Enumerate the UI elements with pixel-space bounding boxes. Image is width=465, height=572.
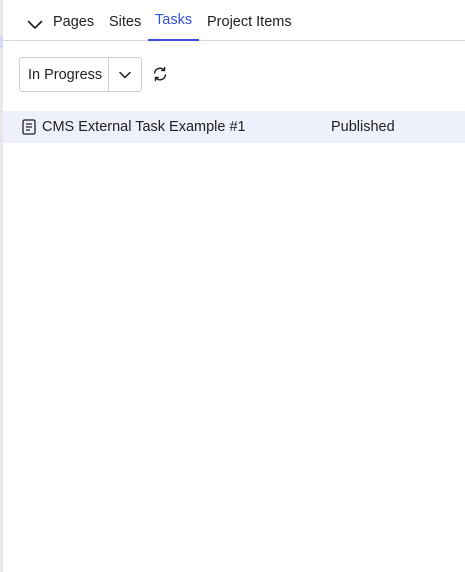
status-filter-toggle-button[interactable] (109, 58, 141, 91)
refresh-icon (153, 66, 167, 82)
status-filter-select[interactable]: In Progress (19, 57, 142, 92)
chevron-down-icon (27, 20, 43, 29)
task-row[interactable]: CMS External Task Example #1 Published (3, 111, 465, 143)
collapse-panel-button[interactable] (24, 16, 46, 34)
tab-pages[interactable]: Pages (53, 0, 94, 40)
document-icon (22, 119, 36, 135)
tab-bar: Pages Sites Tasks Project Items (3, 0, 465, 41)
task-title: CMS External Task Example #1 (42, 119, 246, 135)
tab-project-items[interactable]: Project Items (207, 0, 292, 40)
status-filter-value: In Progress (28, 67, 103, 83)
tab-sites[interactable]: Sites (109, 0, 141, 40)
task-status: Published (331, 119, 395, 135)
left-rail (0, 0, 3, 572)
refresh-button[interactable] (151, 65, 169, 83)
tab-tasks[interactable]: Tasks (147, 0, 200, 41)
chevron-down-icon (119, 71, 131, 78)
